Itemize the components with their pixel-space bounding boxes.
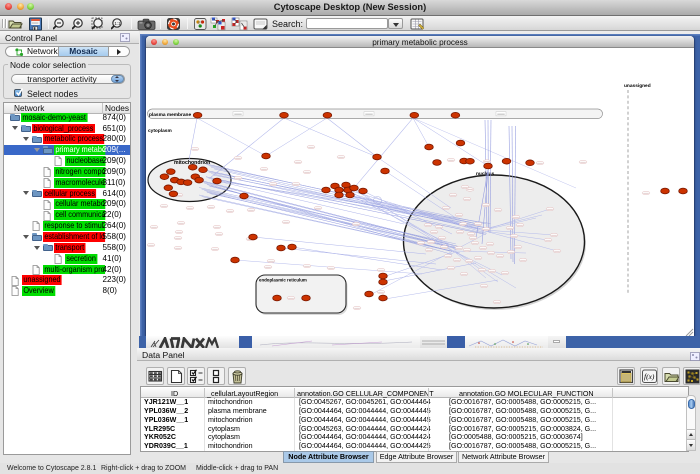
svg-text:plasma membrane: plasma membrane [149, 112, 191, 118]
svg-text:cytoplasm: cytoplasm [148, 128, 172, 134]
svg-text:f(x): f(x) [644, 372, 655, 381]
svg-text:nucleus: nucleus [476, 171, 494, 177]
svg-text:unassigned: unassigned [624, 83, 651, 89]
svg-text:1:1: 1:1 [114, 21, 121, 26]
svg-text:endoplasmic reticulum: endoplasmic reticulum [259, 278, 307, 283]
